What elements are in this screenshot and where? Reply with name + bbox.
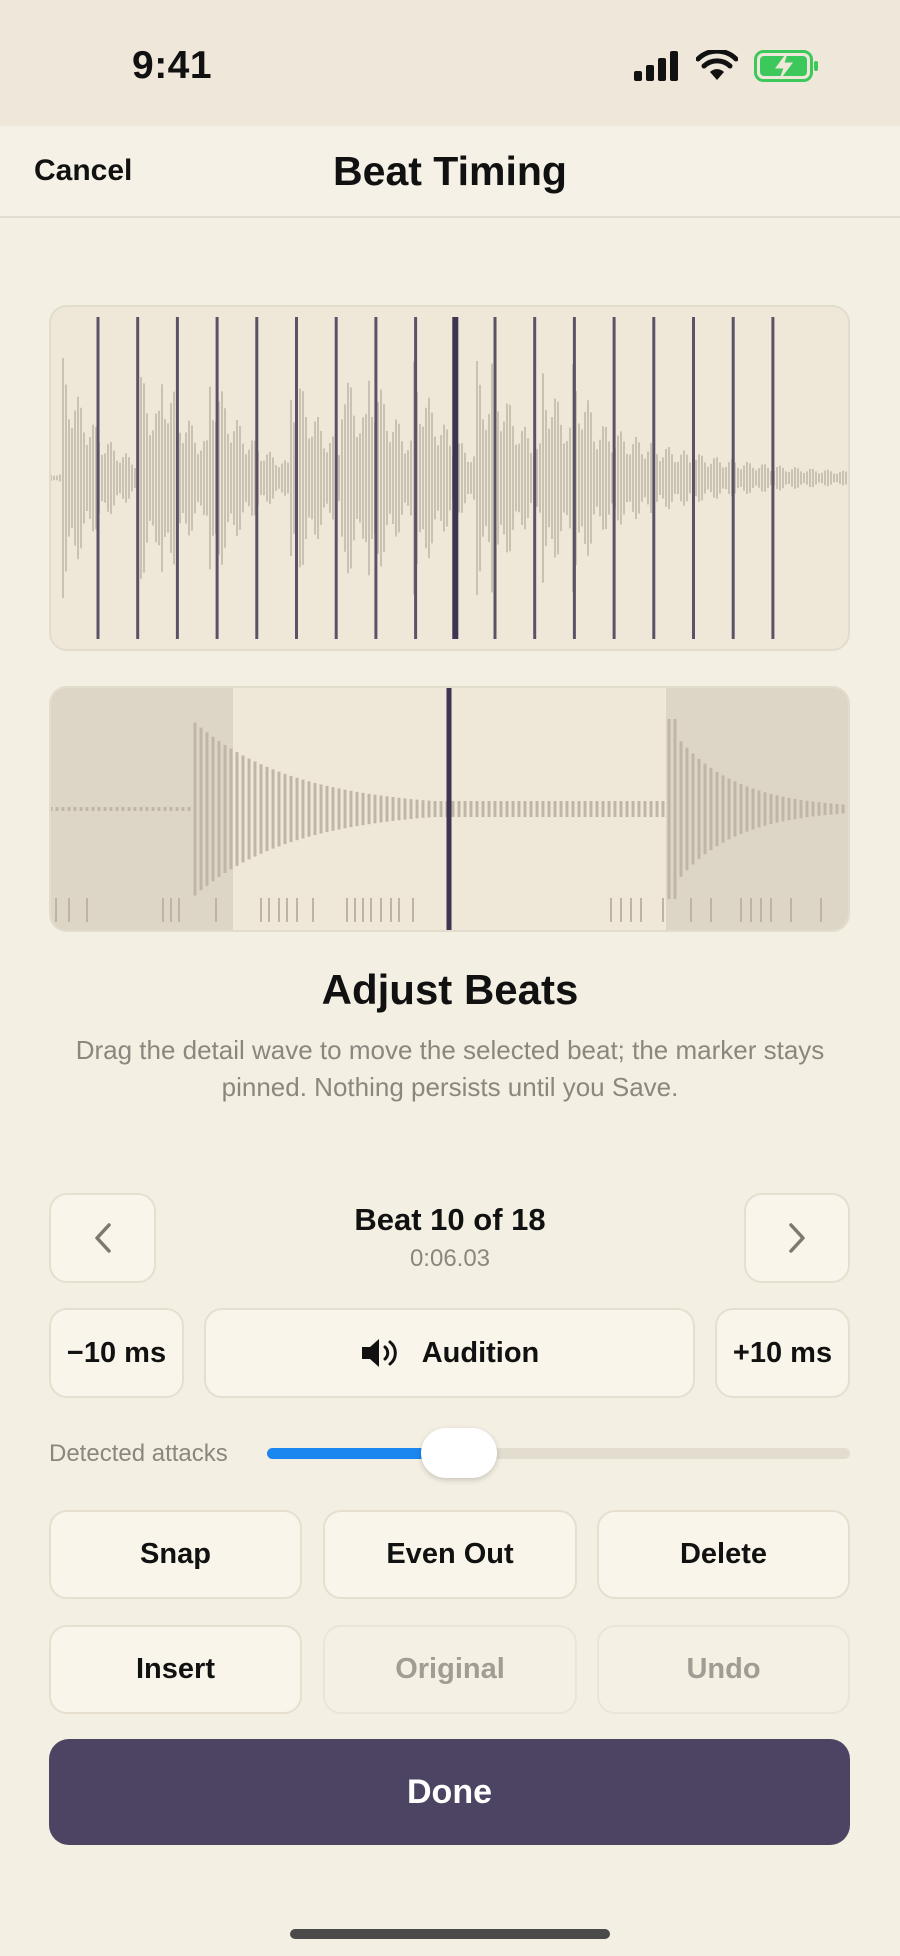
- detail-waveform-graphic: [51, 688, 848, 930]
- overview-waveform[interactable]: [49, 305, 850, 651]
- overview-waveform-graphic: [51, 317, 847, 639]
- even-out-button[interactable]: Even Out: [323, 1510, 577, 1599]
- slider-label: Detected attacks: [49, 1440, 228, 1467]
- battery-charging-icon: [754, 50, 818, 82]
- insert-button[interactable]: Insert: [49, 1625, 302, 1714]
- delete-button[interactable]: Delete: [597, 1510, 850, 1599]
- home-indicator: [290, 1929, 610, 1939]
- wifi-icon: [696, 50, 738, 80]
- section-heading: Adjust Beats: [321, 966, 579, 1013]
- undo-button[interactable]: Undo: [597, 1625, 850, 1714]
- detected-attacks-slider[interactable]: [267, 1428, 850, 1478]
- snap-button[interactable]: Snap: [49, 1510, 302, 1599]
- signal-icon: [634, 51, 678, 81]
- slider-thumb[interactable]: [421, 1428, 497, 1478]
- next-beat-button[interactable]: [744, 1193, 850, 1283]
- done-button[interactable]: Done: [49, 1739, 850, 1845]
- detail-waveform[interactable]: [49, 686, 850, 932]
- status-icons: [634, 48, 820, 84]
- beat-position: Beat 10 of 18: [354, 1202, 546, 1237]
- page-title: Beat Timing: [333, 148, 567, 194]
- previous-beat-button[interactable]: [49, 1193, 156, 1283]
- audition-label: Audition: [421, 1336, 540, 1369]
- chevron-right-icon: [789, 1223, 805, 1253]
- status-time: 9:41: [132, 44, 213, 87]
- chevron-left-icon: [94, 1223, 111, 1253]
- original-button[interactable]: Original: [323, 1625, 577, 1714]
- speaker-icon: [361, 1339, 397, 1367]
- nudge-minus-button[interactable]: −10 ms: [49, 1308, 184, 1398]
- section-description: Drag the detail wave to move the selecte…: [75, 1035, 825, 1102]
- navigation-bar: Cancel Beat Timing: [0, 126, 900, 218]
- nudge-plus-button[interactable]: +10 ms: [715, 1308, 850, 1398]
- status-bar: 9:41: [0, 0, 900, 126]
- beat-time: 0:06.03: [409, 1245, 491, 1272]
- audition-button[interactable]: Audition: [204, 1308, 695, 1398]
